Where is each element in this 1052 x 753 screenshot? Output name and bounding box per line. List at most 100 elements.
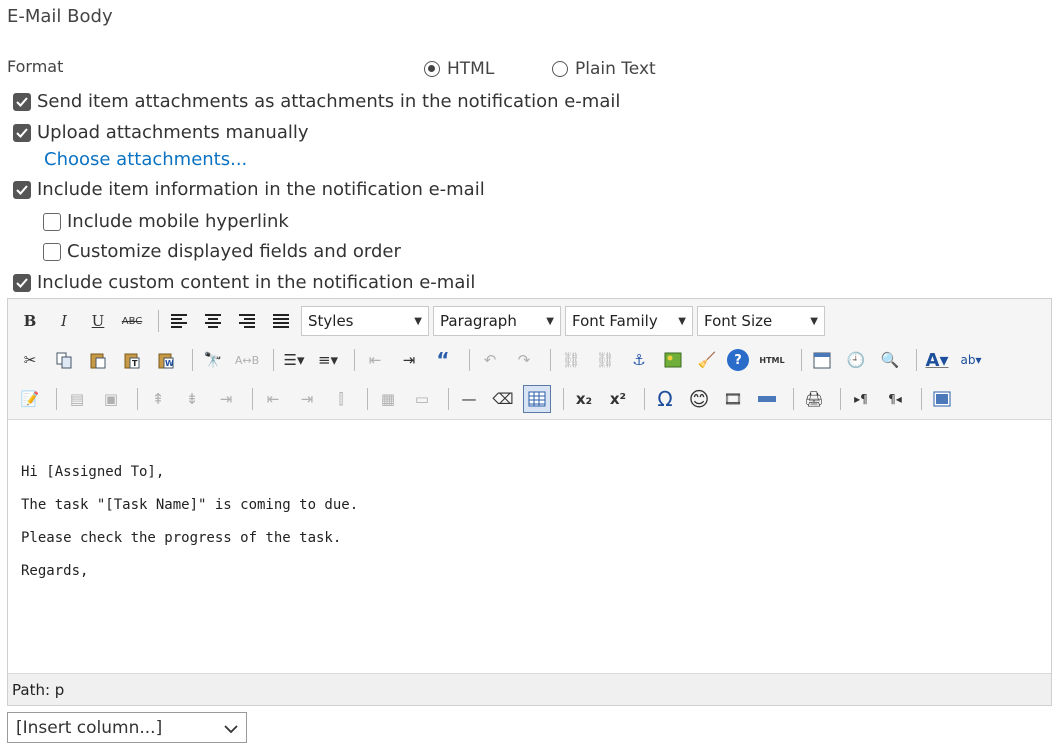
editor-content[interactable]: Hi [Assigned To], The task "[Task Name]"… — [21, 464, 358, 596]
bullet-list-icon[interactable]: ☰▾ — [280, 346, 308, 374]
table-icon[interactable] — [523, 385, 551, 413]
font-size-dropdown-label: Font Size — [704, 312, 773, 330]
customize-fields-checkbox[interactable] — [43, 242, 61, 261]
insert-col-before-icon[interactable]: ⇤ — [259, 385, 287, 413]
chevron-down-icon: ▼ — [414, 315, 422, 327]
text-color-icon[interactable]: A▾ — [923, 346, 951, 374]
align-left-icon[interactable] — [165, 307, 193, 335]
content-line: Please check the progress of the task. — [21, 530, 342, 546]
mobile-link-label: Include mobile hyperlink — [67, 211, 289, 232]
paste-icon[interactable] — [84, 346, 112, 374]
styles-dropdown-label: Styles — [308, 312, 354, 330]
radio-html-label: HTML — [447, 59, 495, 79]
upload-manually-checkbox[interactable] — [13, 123, 31, 142]
custom-content-checkbox[interactable] — [13, 273, 31, 292]
custom-content-label: Include custom content in the notificati… — [37, 272, 476, 293]
anchor-icon[interactable]: ⚓ — [625, 346, 653, 374]
html-source-button[interactable]: HTML — [755, 346, 789, 374]
paste-text-icon[interactable]: T — [118, 346, 146, 374]
font-size-dropdown[interactable]: Font Size ▼ — [697, 306, 825, 336]
chevron-down-icon: ▼ — [678, 315, 686, 327]
chevron-down-icon — [224, 718, 238, 738]
paragraph-dropdown[interactable]: Paragraph ▼ — [433, 306, 561, 336]
cleanup-icon[interactable]: 🧹 — [693, 346, 721, 374]
align-right-icon[interactable] — [233, 307, 261, 335]
numbered-list-icon[interactable]: ≡▾ — [314, 346, 342, 374]
preview-icon[interactable]: 🔍 — [876, 346, 904, 374]
superscript-icon[interactable]: x² — [604, 385, 632, 413]
styles-dropdown[interactable]: Styles ▼ — [301, 306, 429, 336]
align-justify-icon[interactable] — [267, 307, 295, 335]
highlight-color-icon[interactable]: ab▾ — [957, 346, 985, 374]
editor-path-bar: Path: p — [8, 673, 1051, 705]
media-icon[interactable]: 🎞 — [719, 385, 747, 413]
insert-field-icon[interactable] — [753, 385, 781, 413]
content-line: The task "[Task Name]" is coming to due. — [21, 497, 359, 513]
eraser-icon[interactable]: ⌫ — [489, 385, 517, 413]
insert-time-icon[interactable]: 🕘 — [842, 346, 870, 374]
edit-icon[interactable]: 📝 — [16, 385, 44, 413]
underline-icon[interactable]: U — [84, 307, 112, 335]
link-icon[interactable]: ⛓ — [557, 346, 585, 374]
table-row-props-icon[interactable]: ▤ — [63, 385, 91, 413]
help-icon[interactable]: ? — [727, 349, 749, 371]
customize-fields-label: Customize displayed fields and order — [67, 241, 401, 262]
fullscreen-icon[interactable] — [928, 385, 956, 413]
redo-icon[interactable]: ↷ — [510, 346, 538, 374]
include-info-checkbox-row[interactable]: Include item information in the notifica… — [13, 179, 485, 200]
align-center-icon[interactable] — [199, 307, 227, 335]
strikethrough-icon[interactable]: ABC — [118, 307, 146, 335]
find-icon[interactable]: 🔭 — [199, 346, 227, 374]
section-title: E-Mail Body — [7, 6, 113, 27]
insert-row-after-icon[interactable]: ⇟ — [178, 385, 206, 413]
rtl-icon[interactable]: ¶◂ — [881, 385, 909, 413]
ltr-icon[interactable]: ▸¶ — [847, 385, 875, 413]
mobile-link-checkbox[interactable] — [43, 212, 61, 231]
insert-row-before-icon[interactable]: ⇞ — [144, 385, 172, 413]
font-family-dropdown[interactable]: Font Family ▼ — [565, 306, 693, 336]
special-char-icon[interactable]: Ω — [651, 385, 679, 413]
choose-attachments-link[interactable]: Choose attachments... — [44, 149, 247, 170]
italic-icon[interactable]: I — [50, 307, 78, 335]
send-attachments-label: Send item attachments as attachments in … — [37, 91, 621, 112]
upload-manually-checkbox-row[interactable]: Upload attachments manually — [13, 122, 309, 143]
undo-icon[interactable]: ↶ — [476, 346, 504, 374]
subscript-icon[interactable]: x₂ — [570, 385, 598, 413]
bold-icon[interactable]: B — [16, 307, 44, 335]
emoticon-icon[interactable]: 😊 — [685, 385, 713, 413]
radio-plain-text-dot[interactable] — [552, 61, 568, 77]
customize-fields-checkbox-row[interactable]: Customize displayed fields and order — [43, 241, 401, 262]
blockquote-icon[interactable]: “ — [429, 346, 457, 374]
include-info-label: Include item information in the notifica… — [37, 179, 485, 200]
radio-html-dot[interactable] — [424, 61, 440, 77]
insert-date-icon[interactable] — [808, 346, 836, 374]
split-cells-icon[interactable]: ▦ — [374, 385, 402, 413]
custom-content-checkbox-row[interactable]: Include custom content in the notificati… — [13, 272, 475, 293]
insert-column-select[interactable]: [Insert column...] — [7, 712, 247, 743]
replace-icon[interactable]: A↔B — [233, 346, 261, 374]
radio-plain-text-label: Plain Text — [575, 59, 656, 79]
radio-plain-text[interactable]: Plain Text — [552, 59, 656, 79]
cut-icon[interactable]: ✂ — [16, 346, 44, 374]
send-attachments-checkbox[interactable] — [13, 92, 31, 111]
image-icon[interactable] — [659, 346, 687, 374]
send-attachments-checkbox-row[interactable]: Send item attachments as attachments in … — [13, 91, 620, 112]
delete-row-icon[interactable]: ⇥ — [212, 385, 240, 413]
outdent-icon[interactable]: ⇤ — [361, 346, 389, 374]
indent-icon[interactable]: ⇥ — [395, 346, 423, 374]
copy-icon[interactable] — [50, 346, 78, 374]
chevron-down-icon: ▼ — [546, 315, 554, 327]
insert-col-after-icon[interactable]: ⇥ — [293, 385, 321, 413]
delete-col-icon[interactable]: ⫿ — [327, 385, 355, 413]
horizontal-rule-icon[interactable]: — — [455, 385, 483, 413]
print-icon[interactable]: 🖨 — [800, 385, 828, 413]
include-info-checkbox[interactable] — [13, 180, 31, 199]
radio-html[interactable]: HTML — [424, 59, 494, 79]
table-cell-props-icon[interactable]: ▣ — [97, 385, 125, 413]
paste-word-icon[interactable]: W — [152, 346, 180, 374]
unlink-icon[interactable]: ⛓ — [591, 346, 619, 374]
mobile-link-checkbox-row[interactable]: Include mobile hyperlink — [43, 211, 289, 232]
editor-toolbar: B I U ABC Styles ▼ Paragraph ▼ Font Family… — [8, 299, 1051, 420]
svg-text:T: T — [132, 359, 138, 368]
merge-cells-icon[interactable]: ▭ — [408, 385, 436, 413]
